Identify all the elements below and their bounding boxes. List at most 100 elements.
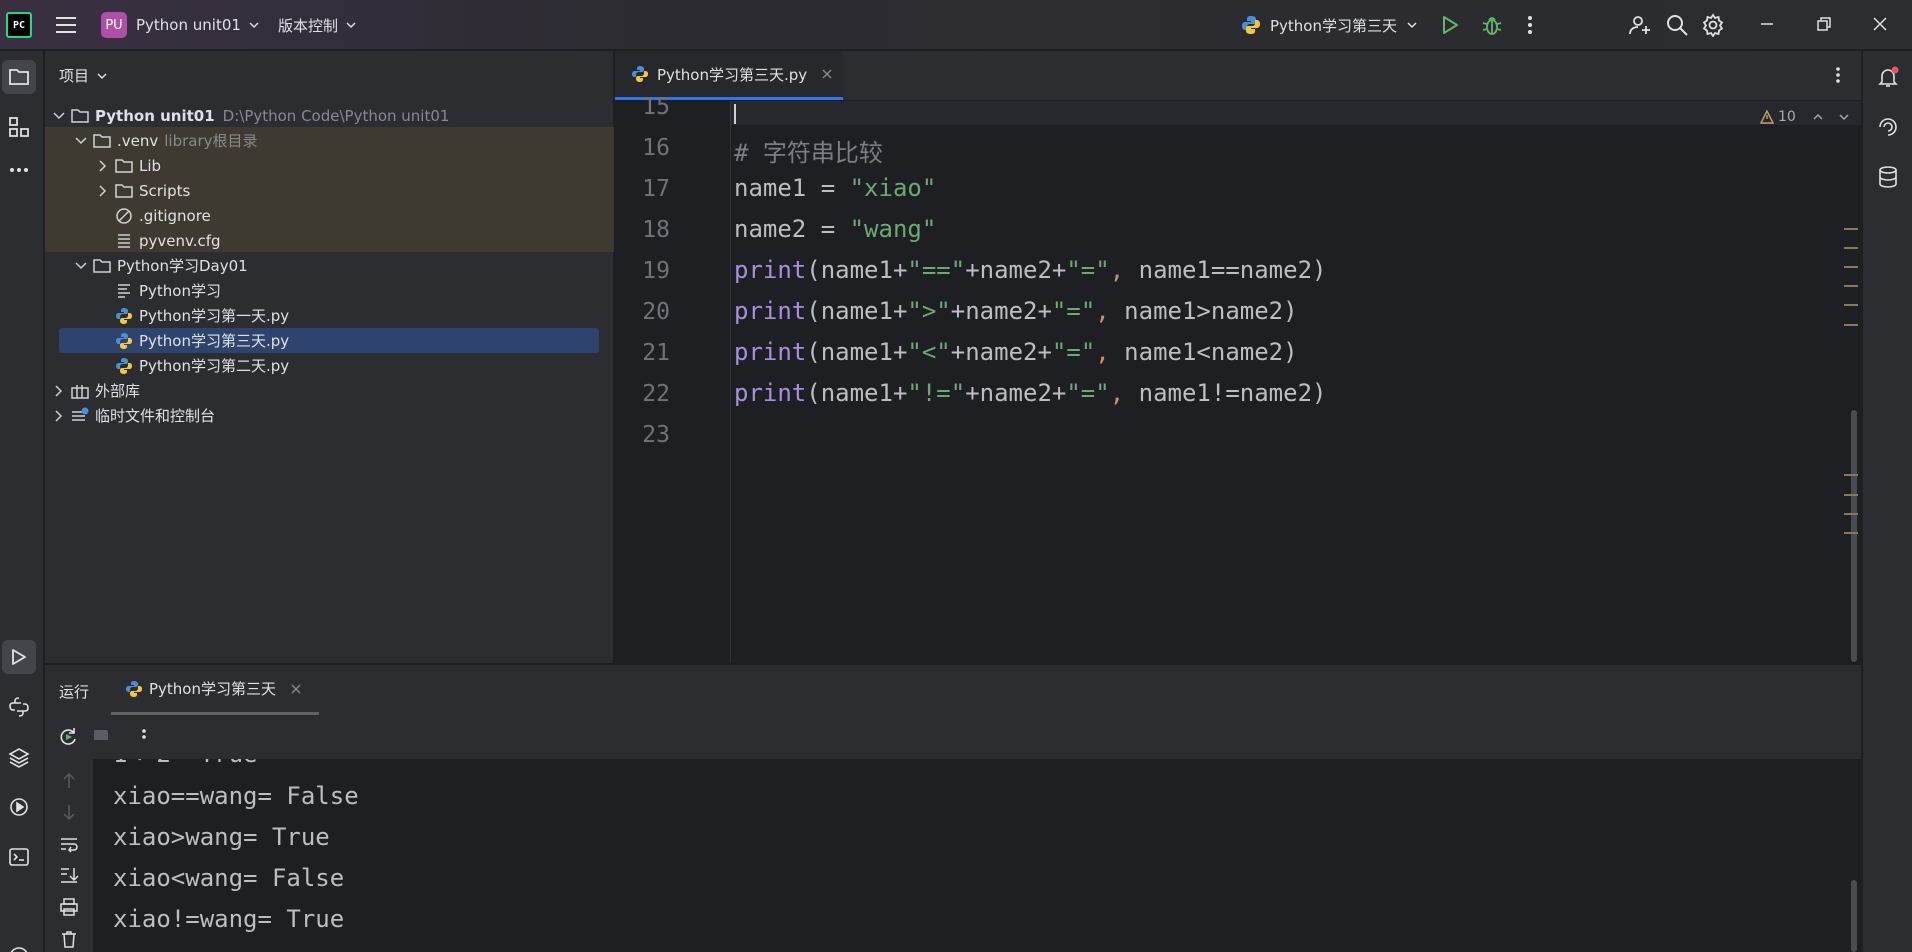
- chevron-down-icon: [75, 261, 87, 269]
- project-switcher[interactable]: PU Python unit01: [101, 11, 259, 39]
- tree-item-pyvenv[interactable]: pyvenv.cfg: [45, 228, 614, 253]
- tree-item-lib[interactable]: Lib: [45, 153, 614, 178]
- warning-marker: [1844, 285, 1858, 287]
- search-icon[interactable]: [1665, 13, 1689, 37]
- terminal-icon: [9, 848, 29, 866]
- folder-icon: [115, 183, 133, 198]
- project-tool-button[interactable]: [2, 60, 36, 94]
- soft-wrap-icon[interactable]: [59, 834, 79, 854]
- editor-scrollbar[interactable]: [1851, 410, 1857, 662]
- chevron-down-icon: [75, 136, 87, 144]
- line-number: 19: [642, 258, 670, 284]
- project-view-selector[interactable]: 项目: [59, 65, 107, 86]
- layers-tool-button[interactable]: [2, 740, 36, 774]
- left-tool-strip: [0, 51, 44, 952]
- python-console-button[interactable]: [2, 690, 36, 724]
- line-number: 20: [642, 299, 670, 325]
- run-icon[interactable]: [1440, 14, 1460, 36]
- line-number: 23: [642, 422, 670, 448]
- python-icon: [126, 680, 142, 697]
- chevron-right-icon: [99, 184, 107, 197]
- folder-icon: [93, 258, 111, 273]
- ai-assistant-button[interactable]: [1871, 110, 1905, 144]
- close-tab-icon[interactable]: [290, 683, 302, 695]
- chevron-right-icon: [99, 159, 107, 172]
- vcs-menu[interactable]: 版本控制: [278, 11, 356, 39]
- structure-tool-button[interactable]: [2, 110, 36, 144]
- database-icon: [1879, 166, 1897, 188]
- tree-item-root[interactable]: Python unit01 D:\Python Code\Python unit…: [45, 103, 614, 128]
- run-icon: [12, 649, 26, 665]
- code-line-16: # 字符串比较: [734, 139, 883, 167]
- tab-python-day3[interactable]: Python学习第三天.py: [615, 51, 843, 100]
- tree-item-scratches[interactable]: 临时文件和控制台: [45, 403, 614, 428]
- close-tab-icon[interactable]: [821, 68, 833, 80]
- main-menu-icon[interactable]: [54, 14, 78, 36]
- debug-icon[interactable]: [1481, 13, 1503, 37]
- close-window-icon[interactable]: [1870, 14, 1890, 34]
- tree-item-scripts[interactable]: Scripts: [45, 178, 614, 203]
- layers-icon: [8, 748, 30, 768]
- services-icon: [10, 798, 28, 816]
- tree-item-day2-file[interactable]: Python学习第二天.py: [45, 353, 614, 378]
- console-scrollbar[interactable]: [1851, 880, 1857, 952]
- tree-item-day3-file[interactable]: Python学习第三天.py: [45, 328, 614, 353]
- current-line-highlight: [731, 101, 1861, 125]
- trash-icon[interactable]: [59, 929, 79, 949]
- services-tool-button[interactable]: [2, 790, 36, 824]
- terminal-tool-button[interactable]: [2, 840, 36, 874]
- run-panel-header: 运行 Python学习第三天: [45, 664, 1861, 715]
- code-line-18: name2 = "wang": [734, 215, 937, 243]
- rerun-icon[interactable]: [57, 726, 79, 748]
- app-logo-icon[interactable]: PC: [6, 12, 32, 38]
- tree-item-day01[interactable]: Python学习Day01: [45, 253, 614, 278]
- database-button[interactable]: [1871, 160, 1905, 194]
- scroll-up-icon[interactable]: [59, 771, 79, 791]
- restore-icon[interactable]: [1814, 14, 1834, 34]
- more-horizontal-icon: [10, 168, 28, 172]
- run-panel-title: 运行: [59, 683, 90, 701]
- inspection-widget[interactable]: 10: [1760, 109, 1850, 125]
- editor-tabs-more-icon[interactable]: [1834, 65, 1842, 85]
- warning-marker: [1844, 324, 1858, 326]
- problems-tool-button[interactable]: [2, 940, 36, 952]
- text-cursor: [734, 104, 736, 124]
- warning-marker: [1844, 228, 1858, 230]
- scroll-to-end-icon[interactable]: [59, 865, 79, 885]
- tree-item-gitignore[interactable]: .gitignore: [45, 203, 614, 228]
- scroll-down-icon[interactable]: [59, 802, 79, 822]
- chevron-right-icon: [55, 409, 63, 422]
- notifications-button[interactable]: [1871, 60, 1905, 94]
- tree-item-day1-file[interactable]: Python学习第一天.py: [45, 303, 614, 328]
- problems-icon: [10, 947, 28, 952]
- tree-item-venv[interactable]: .venv library根目录: [45, 128, 614, 153]
- minimize-icon[interactable]: [1757, 14, 1777, 34]
- config-file-icon: [118, 233, 130, 248]
- add-user-icon[interactable]: [1628, 13, 1652, 37]
- line-number: 16: [642, 135, 670, 161]
- python-file-icon: [632, 66, 648, 82]
- tree-item-study[interactable]: Python学习: [45, 278, 614, 303]
- console-line: xiao!=wang= True: [113, 905, 345, 933]
- python-console-icon: [9, 697, 29, 717]
- folder-icon: [115, 158, 133, 173]
- print-icon[interactable]: [59, 897, 79, 917]
- project-badge: PU: [101, 12, 127, 38]
- text-file-icon: [118, 283, 130, 298]
- editor-tab-bar: Python学习第三天.py: [615, 51, 1861, 101]
- more-tools-button[interactable]: [2, 153, 36, 187]
- more-actions-icon[interactable]: [1526, 14, 1534, 36]
- line-number: 15: [642, 94, 670, 120]
- tree-item-external-libs[interactable]: 外部库: [45, 378, 614, 403]
- library-icon: [71, 384, 89, 399]
- run-config-selector[interactable]: Python学习第三天: [1240, 11, 1417, 39]
- run-tab[interactable]: Python学习第三天: [111, 665, 319, 715]
- folder-icon: [71, 108, 89, 123]
- project-name: Python unit01: [136, 16, 241, 34]
- folder-icon: [9, 69, 29, 85]
- warning-marker: [1844, 532, 1858, 534]
- ignored-file-icon: [116, 207, 132, 224]
- chevron-down-icon: [1839, 114, 1849, 120]
- settings-gear-icon[interactable]: [1701, 13, 1725, 37]
- run-tool-button[interactable]: [2, 640, 36, 674]
